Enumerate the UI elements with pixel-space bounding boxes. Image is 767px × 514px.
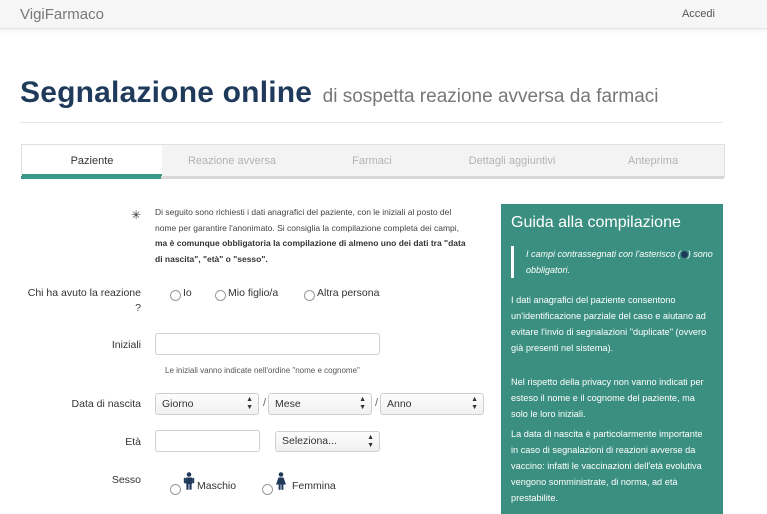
age-input[interactable] xyxy=(155,430,260,452)
guide-required-note: I campi contrassegnati con l'asterisco (… xyxy=(511,246,723,278)
date-separator: / xyxy=(375,397,379,409)
date-separator: / xyxy=(263,397,267,409)
birth-day-select[interactable]: Giorno ▲ ▼ xyxy=(155,393,259,415)
initials-help: Le iniziali vanno indicate nell'ordine "… xyxy=(165,366,360,375)
radio-femmina-label: Femmina xyxy=(292,480,336,492)
radio-altra-persona-label: Altra persona xyxy=(317,287,380,299)
initials-label: Iniziali xyxy=(111,339,141,351)
step-tabs: Paziente Reazione avversa Farmaci Dettag… xyxy=(21,144,725,177)
female-icon xyxy=(276,472,286,490)
radio-io[interactable] xyxy=(170,290,181,301)
intro-text: Di seguito sono richiesti i dati anagraf… xyxy=(155,205,470,267)
radio-altra-persona[interactable] xyxy=(304,290,315,301)
tab-dettagli-aggiuntivi[interactable]: Dettagli aggiuntivi xyxy=(442,145,582,177)
login-link[interactable]: Accedi xyxy=(682,8,715,20)
required-dot-icon xyxy=(680,251,688,259)
guide-panel: Guida alla compilazione I campi contrass… xyxy=(501,204,723,514)
intro-text-normal: Di seguito sono richiesti i dati anagraf… xyxy=(155,207,460,233)
top-navbar: VigiFarmaco Accedi xyxy=(0,0,767,29)
tab-anteprima[interactable]: Anteprima xyxy=(582,145,724,177)
radio-maschio-label: Maschio xyxy=(197,480,237,492)
guide-paragraph-2: Nel rispetto della privacy non vanno ind… xyxy=(511,377,704,419)
initials-input[interactable] xyxy=(155,333,380,355)
radio-mio-figlio[interactable] xyxy=(215,290,226,301)
select-arrows-icon: ▲ ▼ xyxy=(359,396,366,411)
select-arrows-icon: ▲ ▼ xyxy=(246,396,253,411)
age-label: Età xyxy=(125,436,141,448)
radio-femmina[interactable] xyxy=(262,484,273,495)
guide-paragraph-1: I dati anagrafici del paziente consenton… xyxy=(511,295,707,353)
tab-paziente[interactable]: Paziente xyxy=(22,145,162,177)
birth-date-label: Data di nascita xyxy=(71,398,141,410)
select-arrows-icon: ▲ ▼ xyxy=(367,434,374,449)
tab-farmaci[interactable]: Farmaci xyxy=(302,145,442,177)
radio-mio-figlio-label: Mio figlio/a xyxy=(228,287,279,299)
tab-reazione-avversa[interactable]: Reazione avversa xyxy=(162,145,302,177)
title-divider xyxy=(20,122,723,123)
brand-logo[interactable]: VigiFarmaco xyxy=(20,6,104,23)
page-title: Segnalazione online di sospetta reazione… xyxy=(20,76,658,110)
sex-label: Sesso xyxy=(111,474,141,486)
page-title-subtitle: di sospetta reazione avversa da farmaci xyxy=(322,86,659,107)
guide-title: Guida alla compilazione xyxy=(511,214,681,231)
tabs-progress-accent xyxy=(21,176,161,179)
select-arrows-icon: ▲ ▼ xyxy=(471,396,478,411)
tabs-progress-bar xyxy=(21,176,724,179)
page-title-main: Segnalazione online xyxy=(20,76,313,109)
radio-maschio[interactable] xyxy=(170,484,181,495)
intro-text-bold: ma è comunque obbligatoria la compilazio… xyxy=(155,238,466,264)
guide-paragraph-3: La data di nascita è particolarmente imp… xyxy=(511,429,703,503)
radio-io-label: Io xyxy=(183,287,192,299)
male-icon xyxy=(183,472,195,490)
required-asterisk-icon: ✳ xyxy=(131,208,142,222)
birth-year-select[interactable]: Anno ▲ ▼ xyxy=(380,393,484,415)
birth-month-select[interactable]: Mese ▲ ▼ xyxy=(268,393,372,415)
age-unit-select[interactable]: Seleziona... ▲ ▼ xyxy=(275,431,380,452)
who-label: Chi ha avuto la reazione ? xyxy=(27,287,141,314)
